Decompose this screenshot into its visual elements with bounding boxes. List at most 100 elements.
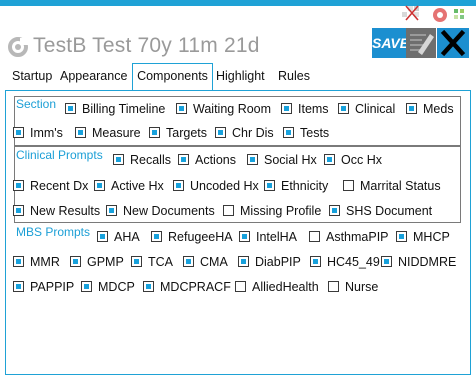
checkbox-box[interactable] [324, 154, 335, 165]
checkbox-label: Uncoded Hx [190, 179, 259, 193]
mbs-prompts-label: MBS Prompts [16, 225, 91, 239]
gear-icon [433, 8, 447, 22]
checkbox-label: Marrital Status [360, 179, 441, 193]
checkbox-box[interactable] [238, 256, 249, 267]
checkbox-label: Actions [195, 153, 236, 167]
checkbox-label: MMR [30, 255, 60, 269]
checkbox-box[interactable] [131, 256, 142, 267]
checkbox-box[interactable] [247, 154, 258, 165]
checkbox-box[interactable] [239, 231, 250, 242]
tab-startup[interactable]: Startup [12, 64, 52, 88]
checkbox-box[interactable] [65, 103, 76, 114]
checkbox-box[interactable] [283, 127, 294, 138]
checkbox-label: Clinical [355, 102, 396, 116]
checkbox-box[interactable] [70, 256, 81, 267]
clinical-prompts-label: Clinical Prompts [16, 148, 103, 162]
checkbox-box[interactable] [75, 127, 86, 138]
checkbox-box[interactable] [328, 281, 339, 292]
checkbox-box[interactable] [13, 281, 24, 292]
checkbox-label: TCA [148, 255, 173, 269]
checkbox-box[interactable] [94, 180, 105, 191]
checkbox-box[interactable] [149, 127, 160, 138]
window-title: TestB Test 70y 11m 21d [33, 34, 260, 57]
tile-cross-icon [402, 5, 419, 21]
checkbox-box[interactable] [264, 180, 275, 191]
tab-appearance[interactable]: Appearance [60, 64, 127, 88]
checkbox-box[interactable] [381, 256, 392, 267]
checkbox-label: Meds [423, 102, 454, 116]
checkbox-box[interactable] [281, 103, 292, 114]
checkbox-box[interactable] [309, 231, 320, 242]
checkbox-label: PAPPIP [30, 280, 75, 294]
checkbox-box[interactable] [13, 256, 24, 267]
checkbox-label: Items [298, 102, 329, 116]
checkbox-label: MDCPRACF [160, 280, 231, 294]
checkbox-label: IntelHA [256, 230, 297, 244]
checkbox-label: HC45_49 [327, 255, 380, 269]
checkbox-box[interactable] [97, 231, 108, 242]
close-button[interactable] [437, 28, 469, 58]
checkbox-label: Active Hx [111, 179, 164, 193]
checkbox-label: Social Hx [264, 153, 317, 167]
checkbox-box[interactable] [113, 154, 124, 165]
checkbox-label: AlliedHealth [252, 280, 319, 294]
components-panel: Section Billing Timeline Waiting Room It… [5, 90, 471, 375]
checkbox-label: CMA [200, 255, 228, 269]
tray-icons [402, 5, 464, 22]
edit-button[interactable] [406, 28, 436, 58]
tab-components[interactable]: Components [132, 63, 213, 90]
checkbox-box[interactable] [343, 180, 354, 191]
checkbox-label: Missing Profile [240, 204, 322, 218]
checkbox-box[interactable] [81, 281, 92, 292]
checkbox-label: MDCP [98, 280, 135, 294]
save-button[interactable]: SAVE [372, 28, 409, 58]
checkbox-label: New Results [30, 204, 101, 218]
checkbox-box[interactable] [13, 127, 24, 138]
checkbox-label: Measure [92, 126, 141, 140]
checkbox-box[interactable] [338, 103, 349, 114]
checkbox-label: Nurse [345, 280, 379, 294]
checkbox-box[interactable] [235, 281, 246, 292]
checkbox-box[interactable] [106, 205, 117, 216]
section-group-label: Section [16, 97, 57, 111]
app-logo-icon [8, 37, 29, 57]
checkbox-label: Chr Dis [232, 126, 274, 140]
checkbox-box[interactable] [406, 103, 417, 114]
checkbox-box[interactable] [215, 127, 226, 138]
checkbox-box[interactable] [176, 103, 187, 114]
checkbox-box[interactable] [178, 154, 189, 165]
checkbox-label: AHA [114, 230, 140, 244]
checkbox-label: Recent Dx [30, 179, 89, 193]
checkbox-label: New Documents [123, 204, 215, 218]
checkbox-box[interactable] [143, 281, 154, 292]
checkbox-label: Targets [166, 126, 207, 140]
pencil-icon [410, 34, 434, 55]
tab-rules[interactable]: Rules [278, 64, 310, 88]
checkbox-box[interactable] [310, 256, 321, 267]
dots-icon [454, 9, 464, 19]
checkbox-label: AsthmaPIP [326, 230, 389, 244]
checkbox-box[interactable] [13, 205, 24, 216]
checkbox-label: Ethnicity [281, 179, 329, 193]
checkbox-box[interactable] [183, 256, 194, 267]
checkbox-label: Billing Timeline [82, 102, 166, 116]
checkbox-label: Occ Hx [341, 153, 382, 167]
checkbox-label: RefugeeHA [168, 230, 233, 244]
close-x-icon [440, 29, 466, 57]
checkbox-label: DiabPIP [255, 255, 301, 269]
checkbox-label: GPMP [87, 255, 124, 269]
checkbox-label: MHCP [413, 230, 450, 244]
checkbox-box[interactable] [396, 231, 407, 242]
checkbox-box[interactable] [329, 205, 340, 216]
checkbox-box[interactable] [151, 231, 162, 242]
checkbox-box[interactable] [173, 180, 184, 191]
checkbox-box[interactable] [13, 180, 24, 191]
checkbox-label: Waiting Room [193, 102, 272, 116]
checkbox-label: Recalls [130, 153, 171, 167]
checkbox-box[interactable] [223, 205, 234, 216]
tab-highlight[interactable]: Highlight [216, 64, 265, 88]
checkbox-label: SHS Document [346, 204, 433, 218]
checkbox-label: NIDDMRE [398, 255, 457, 269]
checkbox-label: Tests [300, 126, 330, 140]
checkbox-label: Imm's [30, 126, 63, 140]
